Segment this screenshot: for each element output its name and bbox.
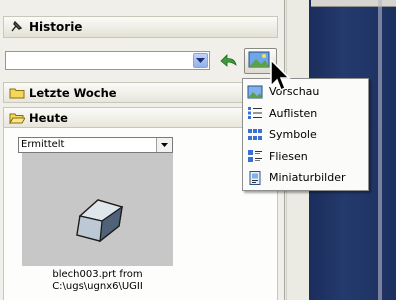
- menu-item-icons[interactable]: Symbole: [243, 124, 368, 146]
- view-mode-menu: Vorschau Auflisten Symbole Fliesen Minia…: [242, 78, 369, 191]
- menu-item-preview[interactable]: Vorschau: [243, 81, 368, 103]
- chevron-down-icon: [161, 143, 168, 147]
- menu-item-label: Symbole: [269, 128, 317, 142]
- combo-dropdown-button[interactable]: [193, 53, 208, 68]
- group-today[interactable]: Heute: [3, 107, 278, 128]
- group-last-week-label: Letzte Woche: [29, 85, 117, 100]
- filter-select-value: Ermittelt: [21, 139, 65, 150]
- viewport-divider: [378, 0, 382, 300]
- thumbnails-icon: [249, 170, 261, 185]
- preview-icon: [247, 85, 263, 99]
- viewport-tab-strip: [311, 0, 396, 7]
- history-path-combo[interactable]: [5, 51, 210, 70]
- icons-view-icon: [248, 128, 262, 140]
- history-toolbar: [3, 46, 278, 74]
- menu-item-thumbnails[interactable]: Miniaturbilder: [243, 167, 368, 189]
- menu-item-list[interactable]: Auflisten: [243, 103, 368, 125]
- back-button[interactable]: [217, 50, 239, 70]
- history-title: Historie: [29, 20, 83, 34]
- pin-icon[interactable]: [9, 20, 23, 34]
- mouse-cursor-icon: [270, 58, 291, 92]
- chevron-down-icon: [196, 57, 205, 63]
- folder-open-icon: [9, 113, 25, 124]
- folder-closed-icon: [9, 88, 25, 98]
- menu-item-label: Auflisten: [269, 106, 318, 120]
- filter-select[interactable]: Ermittelt: [18, 137, 173, 153]
- thumbnail-caption-path: C:\ugs\ugnx6\UGII: [52, 281, 143, 292]
- part-thumbnail[interactable]: [22, 153, 173, 266]
- menu-item-label: Miniaturbilder: [269, 171, 346, 185]
- tiles-icon: [248, 150, 262, 163]
- thumbnail-caption-filename: blech003.prt from: [52, 269, 143, 280]
- group-today-label: Heute: [29, 110, 68, 125]
- menu-item-label: Fliesen: [269, 149, 308, 163]
- history-header: Historie: [3, 16, 278, 38]
- filter-dropdown-button[interactable]: [156, 138, 172, 152]
- group-last-week[interactable]: Letzte Woche: [3, 82, 278, 103]
- menu-item-tiles[interactable]: Fliesen: [243, 146, 368, 168]
- back-arrow-icon: [220, 54, 237, 67]
- thumbnail-caption: blech003.prt from C:\ugs\ugnx6\UGII: [22, 269, 173, 293]
- part-cube-icon: [76, 199, 124, 243]
- list-icon: [248, 107, 262, 120]
